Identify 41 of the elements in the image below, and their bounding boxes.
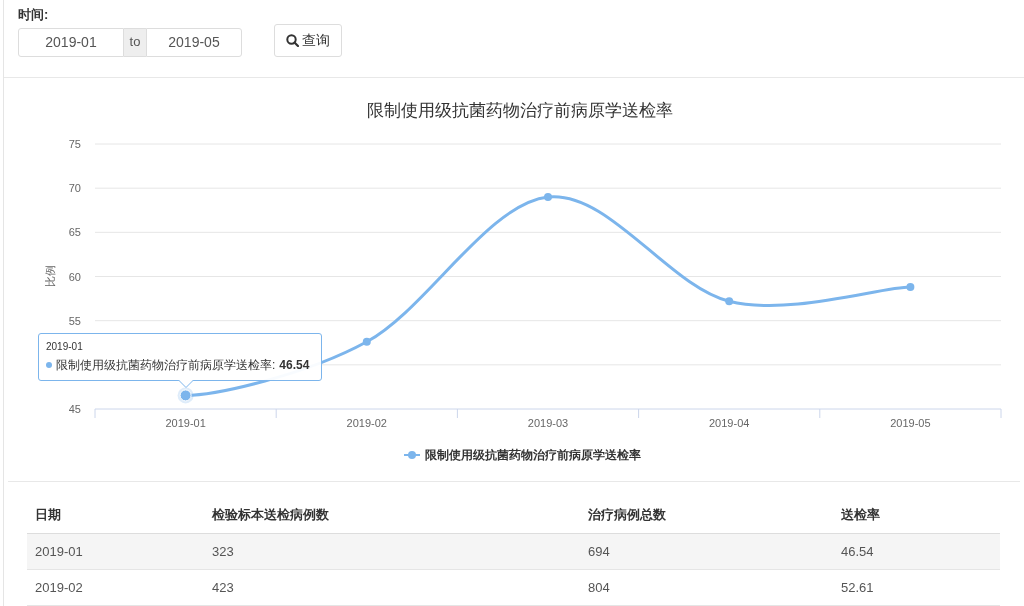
x-tick-label: 2019-03	[527, 417, 569, 430]
table-cell: 2019-01	[27, 533, 204, 570]
chart-title: 限制使用级抗菌药物治疗前病原学送检率	[367, 101, 673, 121]
table-cell: 323	[204, 533, 580, 570]
y-tick-label: 60	[68, 270, 81, 283]
legend-label[interactable]: 限制使用级抗菌药物治疗前病原学送检率	[425, 448, 641, 463]
end-date-field[interactable]: 2019-05	[146, 27, 242, 57]
search-button[interactable]: 查询	[274, 24, 342, 57]
table-cell: 804	[580, 569, 833, 606]
x-tick-label: 2019-02	[346, 417, 387, 430]
y-tick-label: 75	[68, 138, 81, 151]
data-point[interactable]	[362, 338, 371, 347]
y-tick-label: 65	[68, 226, 81, 239]
table-cell: 694	[580, 533, 833, 570]
table-cell: 52.61	[833, 569, 1000, 606]
tooltip-label: 限制使用级抗菌药物治疗前病原学送检率:	[56, 357, 276, 375]
x-tick-label: 2019-01	[165, 417, 206, 430]
tooltip-value: 46.54	[279, 357, 310, 375]
tooltip-date: 2019-01	[46, 340, 83, 355]
y-tick-label: 55	[68, 315, 81, 328]
column-header: 送检率	[833, 495, 1000, 534]
column-header: 日期	[27, 495, 204, 534]
time-label: 时间:	[18, 6, 50, 24]
search-icon	[286, 34, 299, 47]
x-tick-label: 2019-04	[709, 417, 750, 430]
y-tick-label: 70	[68, 182, 81, 195]
to-label: to	[124, 27, 146, 57]
legend-marker-icon[interactable]	[403, 451, 421, 460]
data-point[interactable]	[725, 297, 734, 306]
y-axis-title: 比例	[44, 265, 56, 288]
data-point[interactable]	[179, 389, 192, 402]
x-tick-label: 2019-05	[890, 417, 931, 430]
table-cell: 2019-02	[27, 569, 204, 606]
table-cell: 423	[204, 569, 580, 606]
data-point[interactable]	[544, 193, 552, 202]
data-point[interactable]	[906, 283, 915, 292]
y-tick-label: 45	[68, 403, 81, 416]
table-cell: 46.54	[833, 533, 1000, 570]
column-header: 治疗病例总数	[580, 495, 833, 534]
column-header: 检验标本送检病例数	[204, 495, 580, 534]
start-date-field[interactable]: 2019-01	[18, 27, 124, 57]
